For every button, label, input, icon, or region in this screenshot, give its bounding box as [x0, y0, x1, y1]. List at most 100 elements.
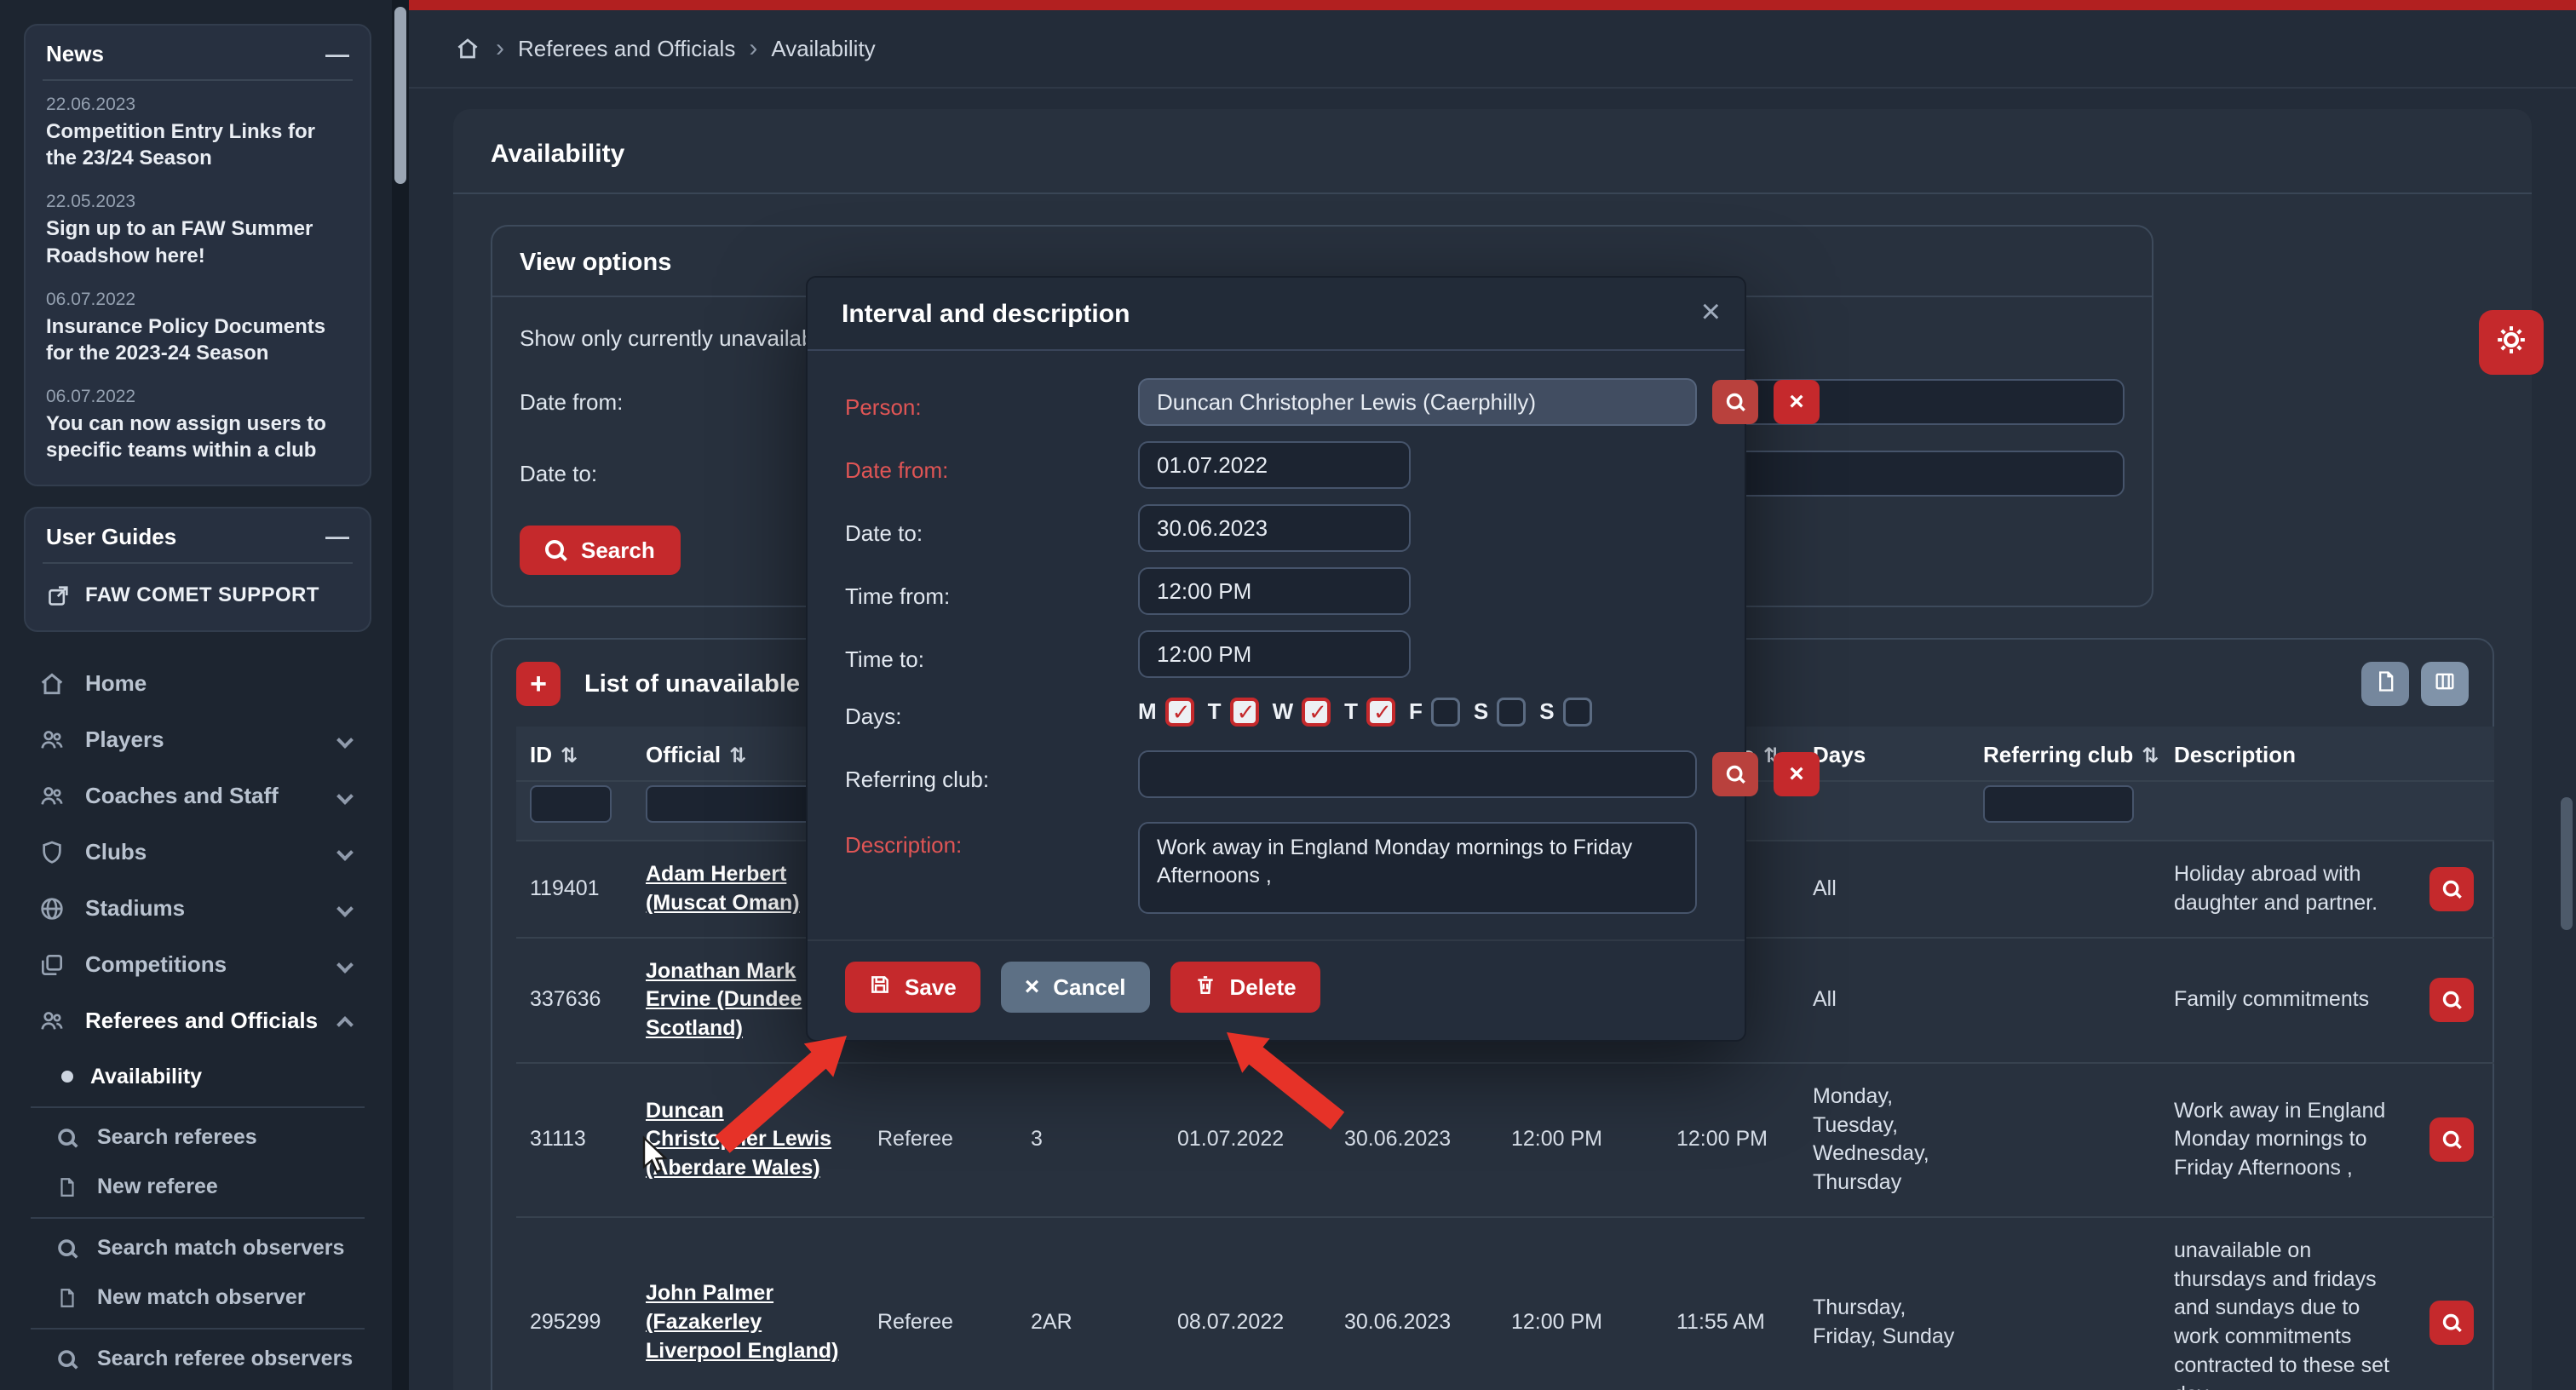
faw-comet-support-link[interactable]: FAW COMET SUPPORT [26, 564, 370, 630]
day-checkbox[interactable] [1165, 698, 1194, 727]
column-header-actions [2416, 727, 2494, 781]
cancel-button[interactable]: × Cancel [1001, 962, 1150, 1013]
sidebar-item-home[interactable]: Home [24, 656, 371, 712]
official-link[interactable]: John Palmer (Fazakerley Liverpool Englan… [646, 1281, 838, 1363]
save-button[interactable]: Save [845, 962, 980, 1013]
sidebar-scrollbar-thumb[interactable] [394, 7, 406, 184]
close-icon: × [1701, 293, 1721, 330]
referring-club-search-button[interactable] [1712, 752, 1758, 796]
cell-level: 3 [1017, 1063, 1164, 1217]
news-item-title: You can now assign users to specific tea… [46, 411, 349, 463]
cell-date-from: 08.07.2022 [1164, 1217, 1331, 1390]
modal-close-button[interactable]: × [1701, 293, 1721, 331]
day-checkbox[interactable] [1497, 698, 1526, 727]
subnav-item-new-referee[interactable]: New referee [24, 1163, 371, 1212]
modal-time-from-input[interactable] [1138, 567, 1411, 615]
news-item-date: 06.07.2022 [46, 290, 349, 310]
news-item[interactable]: 22.05.2023 Sign up to an FAW Summer Road… [26, 178, 370, 275]
row-detail-button[interactable] [2429, 1117, 2474, 1162]
news-item[interactable]: 06.07.2022 You can now assign users to s… [26, 373, 370, 484]
sidebar-item-coaches-and-staff[interactable]: Coaches and Staff [24, 768, 371, 824]
trash-icon [1194, 974, 1216, 1002]
home-icon [37, 669, 66, 698]
column-header-description[interactable]: Description [2160, 727, 2416, 781]
sidebar-item-players[interactable]: Players [24, 712, 371, 768]
modal-date-to-input[interactable] [1138, 504, 1411, 552]
user-guides-collapse-button[interactable]: — [325, 525, 349, 549]
sidebar-item-stadiums[interactable]: Stadiums [24, 881, 371, 937]
cell-description: Work away in England Monday mornings to … [2160, 1063, 2416, 1217]
description-textarea[interactable]: Work away in England Monday mornings to … [1138, 822, 1697, 914]
breadcrumb-home-icon[interactable] [453, 34, 482, 63]
cell-time-from: 12:00 PM [1498, 1063, 1663, 1217]
official-link[interactable]: Adam Herbert (Muscat Oman) [646, 862, 800, 915]
cell-id: 119401 [516, 841, 632, 938]
news-item[interactable]: 06.07.2022 Insurance Policy Documents fo… [26, 276, 370, 373]
person-clear-button[interactable]: × [1774, 380, 1820, 424]
person-input[interactable] [1138, 378, 1697, 426]
sidebar-item-clubs[interactable]: Clubs [24, 824, 371, 881]
column-header-days[interactable]: Days [1799, 727, 1969, 781]
row-detail-button[interactable] [2429, 867, 2474, 911]
row-detail-button[interactable] [2429, 978, 2474, 1022]
modal-referring-club-input[interactable] [1138, 750, 1697, 798]
divider [31, 1328, 365, 1330]
news-collapse-button[interactable]: — [325, 43, 349, 66]
subnav-item-search-referees[interactable]: Search referees [24, 1113, 371, 1163]
referring-club-clear-button[interactable]: × [1774, 752, 1820, 796]
cell-description: unavailable on thursdays and fridays and… [2160, 1217, 2416, 1390]
add-interval-button[interactable]: + [516, 662, 561, 706]
sort-icon[interactable]: ⇅ [729, 744, 746, 767]
subnav-item-search-referee-observers[interactable]: Search referee observers [24, 1335, 371, 1384]
cell-id: 337636 [516, 938, 632, 1063]
row-detail-button[interactable] [2429, 1301, 2474, 1345]
subnav-item-label: Availability [90, 1065, 202, 1089]
app-root: News — 22.06.2023 Competition Entry Link… [0, 0, 2576, 1390]
day-checkbox[interactable] [1563, 698, 1592, 727]
news-item-date: 22.06.2023 [46, 95, 349, 115]
main-scrollbar-thumb[interactable] [2561, 797, 2573, 930]
column-header-id[interactable]: ID⇅ [516, 727, 632, 781]
column-header-referring-club[interactable]: Referring club⇅ [1969, 727, 2160, 781]
news-item[interactable]: 22.06.2023 Competition Entry Links for t… [26, 81, 370, 178]
subnav-item-availability[interactable]: Availability [24, 1053, 371, 1101]
search-icon [545, 540, 566, 560]
subnav-item-search-match-observers[interactable]: Search match observers [24, 1224, 371, 1273]
columns-button[interactable] [2421, 662, 2469, 706]
chevron-down-icon [336, 732, 354, 749]
search-icon [2443, 1131, 2460, 1148]
modal-time-to-input[interactable] [1138, 630, 1411, 678]
sort-icon[interactable]: ⇅ [561, 744, 578, 767]
sidebar-item-referees-and-officials[interactable]: Referees and Officials [24, 993, 371, 1049]
stadiums-icon [37, 894, 66, 923]
news-item-title: Sign up to an FAW Summer Roadshow here! [46, 215, 349, 268]
official-link[interactable]: Duncan Christopher Lewis (Aberdare Wales… [646, 1099, 831, 1180]
breadcrumb-item[interactable]: Referees and Officials [518, 36, 735, 62]
settings-fab[interactable] [2479, 310, 2544, 375]
cell-days: Thursday, Friday, Sunday [1799, 1217, 1969, 1390]
referring-club-filter-input[interactable] [1983, 785, 2134, 823]
breadcrumb-item[interactable]: Availability [771, 36, 875, 62]
search-button[interactable]: Search [520, 526, 681, 575]
subnav-item-new-match-observer[interactable]: New match observer [24, 1273, 371, 1323]
day-option: W [1273, 698, 1331, 727]
day-checkbox[interactable] [1431, 698, 1460, 727]
day-checkbox[interactable] [1366, 698, 1395, 727]
cell-role: Referee [864, 1217, 1017, 1390]
official-link[interactable]: Jonathan Mark Ervine (Dundee Scotland) [646, 959, 802, 1041]
external-link-icon [46, 583, 72, 608]
day-checkbox[interactable] [1230, 698, 1259, 727]
day-checkbox[interactable] [1302, 698, 1331, 727]
sidebar-item-competitions[interactable]: Competitions [24, 937, 371, 993]
person-search-button[interactable] [1712, 380, 1758, 424]
news-item-title: Competition Entry Links for the 23/24 Se… [46, 118, 349, 171]
sort-icon[interactable]: ⇅ [2142, 744, 2159, 767]
coaches-icon [37, 782, 66, 811]
cell-time-to: 11:55 AM [1663, 1217, 1799, 1390]
delete-button[interactable]: Delete [1170, 962, 1320, 1013]
id-filter-input[interactable] [530, 785, 612, 823]
search-icon [1727, 393, 1744, 411]
competitions-icon [37, 951, 66, 979]
modal-date-from-input[interactable] [1138, 441, 1411, 489]
export-button[interactable] [2361, 662, 2409, 706]
